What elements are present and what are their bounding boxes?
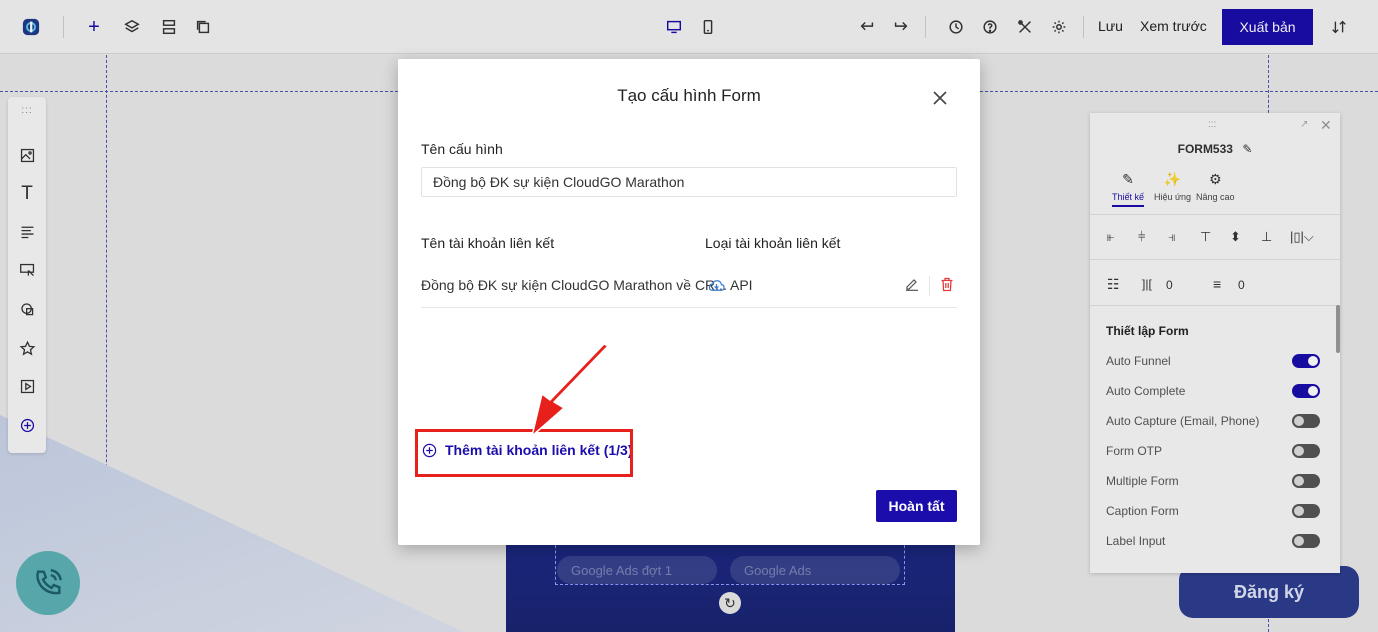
account-type-label: API [730,277,753,293]
done-button[interactable]: Hoàn tất [876,490,957,522]
account-type-header: Loại tài khoản liên kết [705,235,841,251]
delete-icon[interactable] [940,277,958,295]
cloud-icon [708,279,725,291]
edit-icon[interactable] [905,277,923,295]
annotation-arrow-icon [531,344,609,437]
divider [929,276,930,296]
account-name: Đồng bộ ĐK sự kiện CloudGO Marathon về C… [421,277,727,293]
dialog-title: Tạo cấu hình Form [617,86,761,105]
config-name-input[interactable] [421,167,957,197]
account-name-header: Tên tài khoản liên kết [421,235,555,251]
table-row: Đồng bộ ĐK sự kiện CloudGO Marathon về C… [421,268,957,308]
config-name-label: Tên cấu hình [421,141,503,157]
close-icon[interactable] [929,87,951,109]
account-type: API [708,277,753,293]
